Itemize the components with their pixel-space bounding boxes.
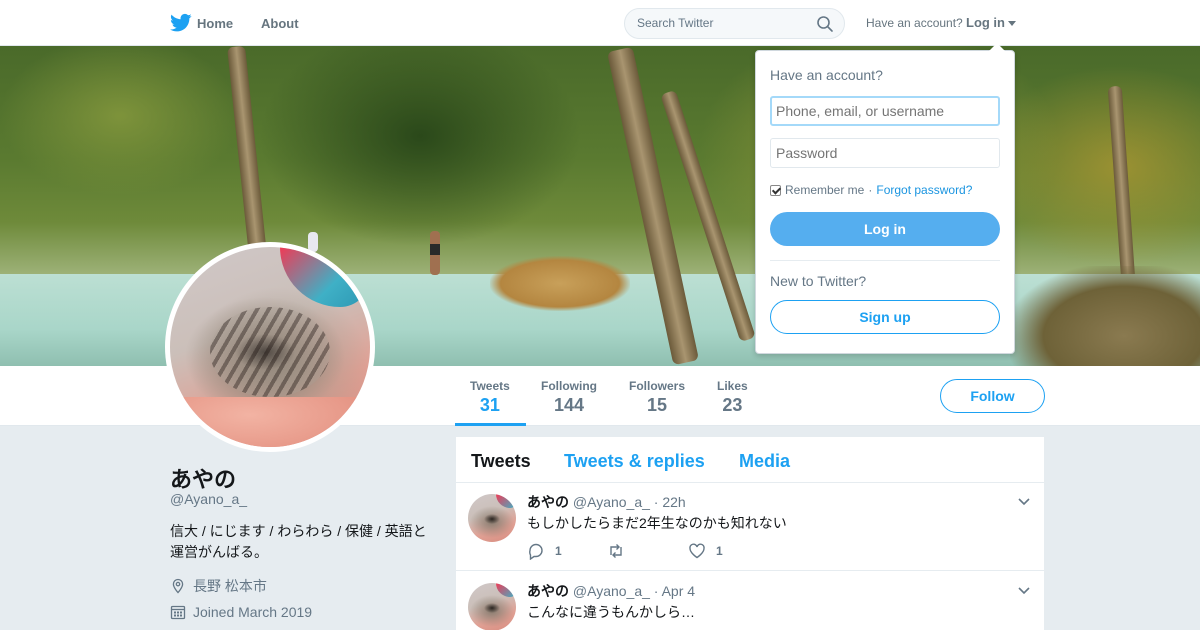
tweet-text: もしかしたらまだ2年生なのかも知れない (527, 515, 787, 531)
avatar-arm (170, 397, 370, 447)
have-account-text: Have an account? (866, 16, 963, 30)
new-to-twitter-text: New to Twitter? (770, 273, 867, 289)
profile-location: 長野 松本市 (170, 576, 267, 596)
login-dropdown-title: Have an account? (770, 67, 883, 83)
top-navigation: Home About Search Twitter Have an accoun… (0, 0, 1200, 46)
profile-name[interactable]: あやの (170, 462, 236, 494)
remember-row: Remember me · Forgot password? (770, 183, 972, 197)
username-field[interactable] (770, 96, 1000, 126)
tweet[interactable]: あやの @Ayano_a_ · 22h もしかしたらまだ2年生なのかも知れない … (456, 483, 1044, 571)
separator: · (868, 183, 873, 197)
stat-label: Tweets (470, 379, 510, 393)
login-button[interactable]: Log in (770, 212, 1000, 246)
caret-down-icon[interactable] (1008, 21, 1016, 26)
remember-me-label[interactable]: Remember me (785, 183, 864, 197)
tweet-header: あやの @Ayano_a_ · Apr 4 (527, 581, 695, 601)
profile-bio: 信大 / にじます / わらわら / 保健 / 英語と運営がんばる。 (170, 523, 427, 560)
stat-following[interactable]: Following 144 (541, 379, 597, 416)
avatar-image (170, 247, 370, 447)
tab-media[interactable]: Media (739, 451, 790, 472)
nav-about-link[interactable]: About (261, 16, 299, 31)
stat-label: Following (541, 379, 597, 393)
avatar-blanket (280, 247, 370, 307)
tweet-actions: 1 1 (527, 542, 827, 560)
avatar-cat (210, 307, 330, 397)
like-action[interactable]: 1 (688, 542, 723, 560)
reply-count: 1 (555, 544, 562, 558)
follow-button[interactable]: Follow (940, 379, 1045, 413)
tweet-author-handle[interactable]: @Ayano_a_ (573, 583, 650, 599)
twitter-bird-icon[interactable] (170, 13, 192, 33)
profile-joined: Joined March 2019 (170, 604, 312, 620)
location-icon (172, 578, 184, 594)
forgot-password-link[interactable]: Forgot password? (876, 183, 972, 197)
banner-tree-trunk (227, 46, 267, 257)
tweet-avatar[interactable] (468, 494, 516, 542)
divider (770, 260, 1000, 261)
password-field[interactable] (770, 138, 1000, 168)
active-tab-underline (455, 423, 526, 426)
nav-login-link[interactable]: Log in (966, 15, 1005, 30)
stat-followers[interactable]: Followers 15 (629, 379, 685, 416)
retweet-icon (610, 544, 622, 558)
tab-tweets-and-replies[interactable]: Tweets & replies (564, 451, 705, 472)
banner-person (430, 231, 440, 275)
joined-text: Joined March 2019 (193, 604, 313, 620)
stat-label: Followers (629, 379, 686, 393)
tweet-time[interactable]: · 22h (654, 494, 686, 510)
stat-label: Likes (717, 379, 748, 393)
like-count: 1 (716, 544, 723, 558)
retweet-action[interactable] (607, 542, 635, 560)
search-box[interactable]: Search Twitter (624, 8, 845, 39)
stat-likes[interactable]: Likes 23 (717, 379, 748, 416)
banner-tree-trunk (1107, 85, 1137, 297)
tab-tweets[interactable]: Tweets (471, 451, 531, 472)
signup-button[interactable]: Sign up (770, 300, 1000, 334)
chevron-down-icon[interactable] (1018, 498, 1030, 506)
reply-icon (529, 543, 543, 560)
timeline: Tweets Tweets & replies Media あやの @Ayano… (456, 437, 1044, 630)
like-icon (689, 543, 705, 559)
stat-value: 23 (722, 395, 743, 415)
tweet-text: こんなに違うもんかしら… (527, 604, 695, 620)
profile-avatar[interactable] (165, 242, 375, 452)
banner-shore (1010, 266, 1200, 366)
profile-handle[interactable]: @Ayano_a_ (170, 491, 247, 507)
search-icon[interactable] (816, 15, 834, 33)
tweet-author-name[interactable]: あやの (527, 494, 569, 510)
banner-shore (490, 256, 630, 311)
chevron-down-icon[interactable] (1018, 587, 1030, 595)
tweet-author-handle[interactable]: @Ayano_a_ (573, 494, 650, 510)
stat-tweets[interactable]: Tweets 31 (470, 379, 510, 416)
tweet-avatar[interactable] (468, 583, 516, 630)
login-dropdown: Have an account? Remember me · Forgot pa… (755, 43, 1015, 354)
remember-me-checkbox[interactable] (770, 184, 781, 196)
stat-value: 31 (479, 395, 500, 415)
reply-action[interactable]: 1 (527, 542, 562, 560)
location-text: 長野 松本市 (193, 578, 267, 594)
tweet-time[interactable]: · Apr 4 (654, 583, 695, 599)
calendar-icon (170, 605, 186, 620)
tweet-author-name[interactable]: あやの (527, 583, 569, 599)
stat-value: 144 (553, 395, 585, 415)
search-input[interactable]: Search Twitter (637, 16, 713, 30)
stat-value: 15 (646, 395, 668, 415)
nav-home-link[interactable]: Home (197, 16, 233, 31)
tweet[interactable]: あやの @Ayano_a_ · Apr 4 こんなに違うもんかしら… (456, 571, 1044, 630)
timeline-tabs: Tweets Tweets & replies Media (456, 437, 1044, 483)
tweet-header: あやの @Ayano_a_ · 22h (527, 492, 686, 512)
